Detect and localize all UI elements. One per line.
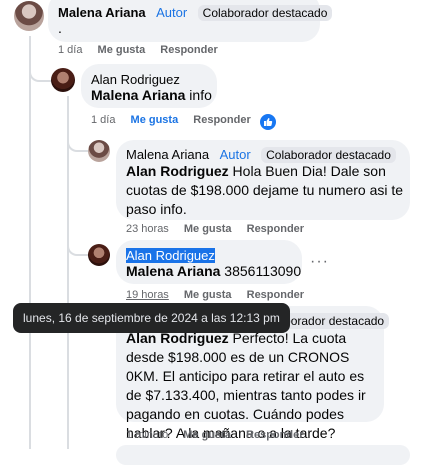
- comment-actions: 1 día Me gusta Responder: [91, 114, 263, 126]
- avatar[interactable]: [88, 140, 110, 162]
- comment-text: Alan Rodriguez Hola Buen Dia! Dale son c…: [126, 163, 404, 217]
- reply-button[interactable]: Responder: [247, 223, 304, 235]
- comment-author-name[interactable]: Alan Rodriguez: [91, 72, 180, 87]
- comment-actions: 1 día Me gusta Responder: [58, 44, 230, 56]
- author-label: Autor: [219, 147, 251, 162]
- like-button[interactable]: Me gusta: [183, 429, 231, 441]
- comment-text: .: [58, 20, 62, 36]
- like-button[interactable]: Me gusta: [98, 44, 146, 56]
- mention-link[interactable]: Alan Rodriguez: [126, 163, 229, 179]
- comment-timestamp[interactable]: 19 horas: [126, 289, 169, 301]
- avatar[interactable]: [51, 68, 75, 92]
- comment-timestamp[interactable]: 1 día: [58, 44, 82, 56]
- comment-author-name[interactable]: Malena Ariana: [58, 5, 146, 20]
- comment-text: Malena Ariana 3856113090: [126, 263, 302, 279]
- next-comment-bubble: [116, 445, 410, 465]
- avatar[interactable]: [14, 1, 44, 31]
- comment-bubble: Malena Ariana Autor Colaborador destacad…: [116, 140, 410, 220]
- comment-timestamp[interactable]: 1 minuto: [126, 429, 168, 441]
- reply-button[interactable]: Responder: [246, 429, 303, 441]
- reply-button[interactable]: Responder: [247, 289, 304, 301]
- comment-author-name[interactable]: Alan Rodriguez: [126, 248, 215, 263]
- timestamp-tooltip: lunes, 16 de septiembre de 2024 a las 12…: [13, 303, 290, 333]
- author-label: Autor: [156, 5, 188, 20]
- comment-bubble: Alan Rodriguez Malena Ariana info: [81, 64, 217, 108]
- avatar[interactable]: [88, 244, 110, 266]
- comment-text: Alan Rodriguez Perfecto! La cuota desde …: [126, 330, 366, 441]
- thumbs-up-icon: [264, 118, 273, 126]
- mention-link[interactable]: Malena Ariana: [126, 263, 220, 279]
- comment-actions: 1 minuto Me gusta Responder: [126, 429, 315, 441]
- status-badge: Colaborador destacado: [261, 147, 396, 163]
- thread-branch: [67, 150, 89, 256]
- comment-bubble: Malena Ariana Autor Colaborador destacad…: [48, 0, 333, 42]
- mention-link[interactable]: Malena Ariana: [91, 87, 185, 103]
- reply-button[interactable]: Responder: [160, 44, 217, 56]
- more-options-button[interactable]: ···: [310, 253, 329, 271]
- reply-button[interactable]: Responder: [193, 114, 250, 126]
- comment-actions: 19 horas Me gusta Responder: [126, 289, 316, 301]
- comment-timestamp[interactable]: 23 horas: [126, 223, 169, 235]
- like-icon[interactable]: [260, 114, 276, 130]
- thread-branch: [67, 120, 89, 152]
- comment-timestamp[interactable]: 1 día: [91, 114, 115, 126]
- thread-line: [29, 36, 31, 449]
- like-button[interactable]: Me gusta: [184, 289, 232, 301]
- status-badge: Colaborador destacado: [197, 5, 333, 21]
- comment-bubble: Alan Rodriguez Malena Ariana 3856113090: [116, 240, 302, 284]
- thread-branch: [29, 36, 53, 82]
- selected-text: Alan Rodriguez: [126, 248, 215, 263]
- like-button[interactable]: Me gusta: [184, 223, 232, 235]
- like-button[interactable]: Me gusta: [131, 114, 179, 126]
- comment-author-name[interactable]: Malena Ariana: [126, 147, 209, 162]
- comment-text: Malena Ariana info: [91, 87, 212, 103]
- comment-actions: 23 horas Me gusta Responder: [126, 223, 316, 235]
